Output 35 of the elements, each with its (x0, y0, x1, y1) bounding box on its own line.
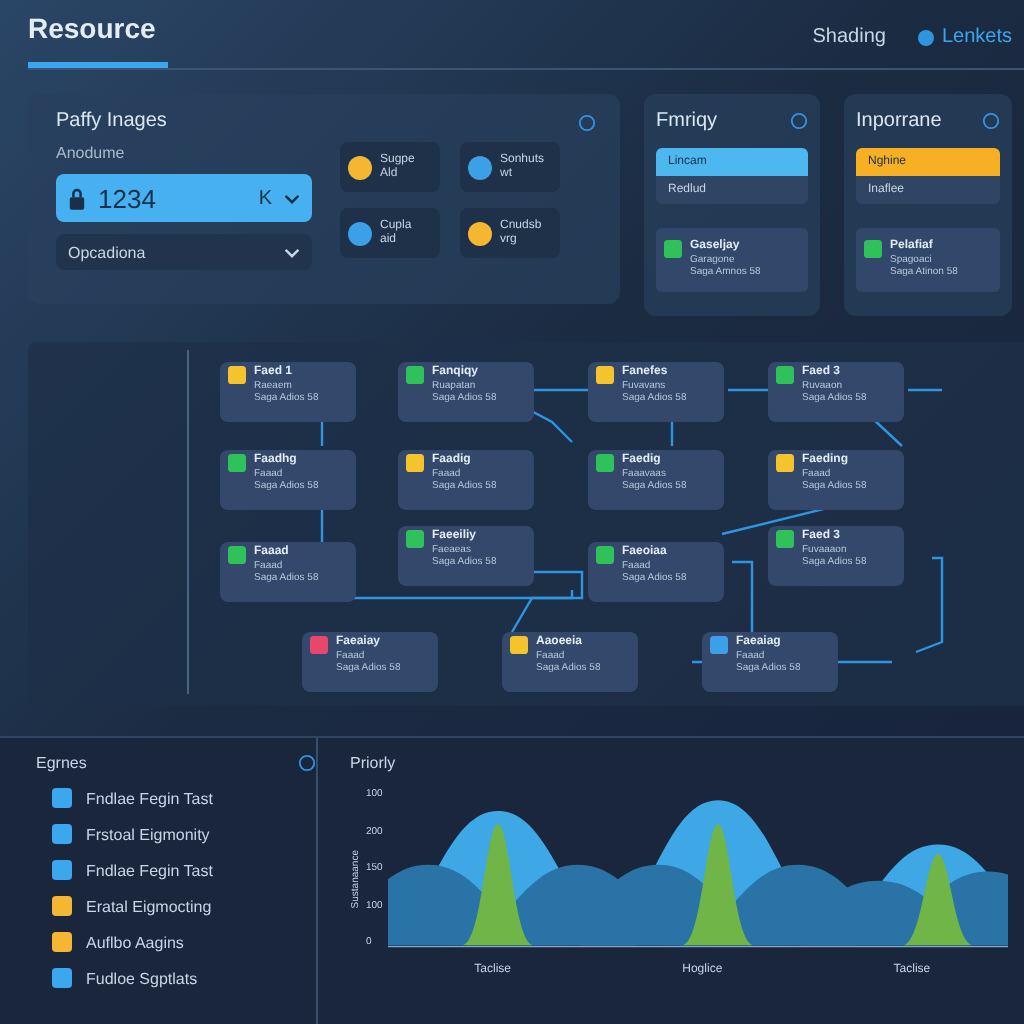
header-title[interactable]: Resource (28, 12, 168, 68)
legend-label: Fndlae Fegin Tast (86, 789, 213, 807)
chevron-icon (284, 247, 300, 257)
panel-title: Inporrane (856, 110, 942, 132)
connector-line (915, 556, 944, 654)
connector-line (871, 417, 903, 447)
info-icon[interactable] (982, 112, 1000, 130)
info-icon[interactable] (790, 112, 808, 130)
info-icon[interactable] (298, 754, 316, 772)
header-link[interactable]: Lenkets (917, 26, 1012, 48)
peak-shape (682, 824, 755, 946)
peak-shape (462, 824, 535, 946)
legend-label: Eratal Eigmocting (86, 897, 212, 915)
header-link[interactable]: Shading (812, 26, 886, 48)
legend-label: Frstoal Eigmonity (86, 825, 210, 843)
field-label: Anodume (56, 144, 127, 162)
input-field[interactable]: 1234 K (56, 174, 312, 222)
legend-title: Egrnes (36, 754, 87, 772)
chevron-icon (284, 193, 300, 203)
square-icon (864, 240, 882, 258)
lock-icon (68, 187, 86, 209)
square-icon (664, 240, 682, 258)
info-icon[interactable] (578, 114, 596, 132)
panel-title: Fmriqy (656, 110, 718, 132)
peak-shape (902, 853, 975, 946)
connector-line (320, 418, 324, 446)
legend-label: Fndlae Fegin Tast (86, 861, 213, 879)
connector-line (670, 418, 674, 446)
panel-title: Paffy Inages (56, 110, 169, 132)
dropdown[interactable]: Opcadiona (56, 234, 312, 270)
legend-label: Auflbo Aagins (86, 933, 184, 951)
chart-title: Priorly (350, 754, 398, 772)
legend-label: Fudloe Sgptlats (86, 969, 198, 987)
dot-icon (917, 29, 934, 45)
connector-line (908, 388, 942, 392)
